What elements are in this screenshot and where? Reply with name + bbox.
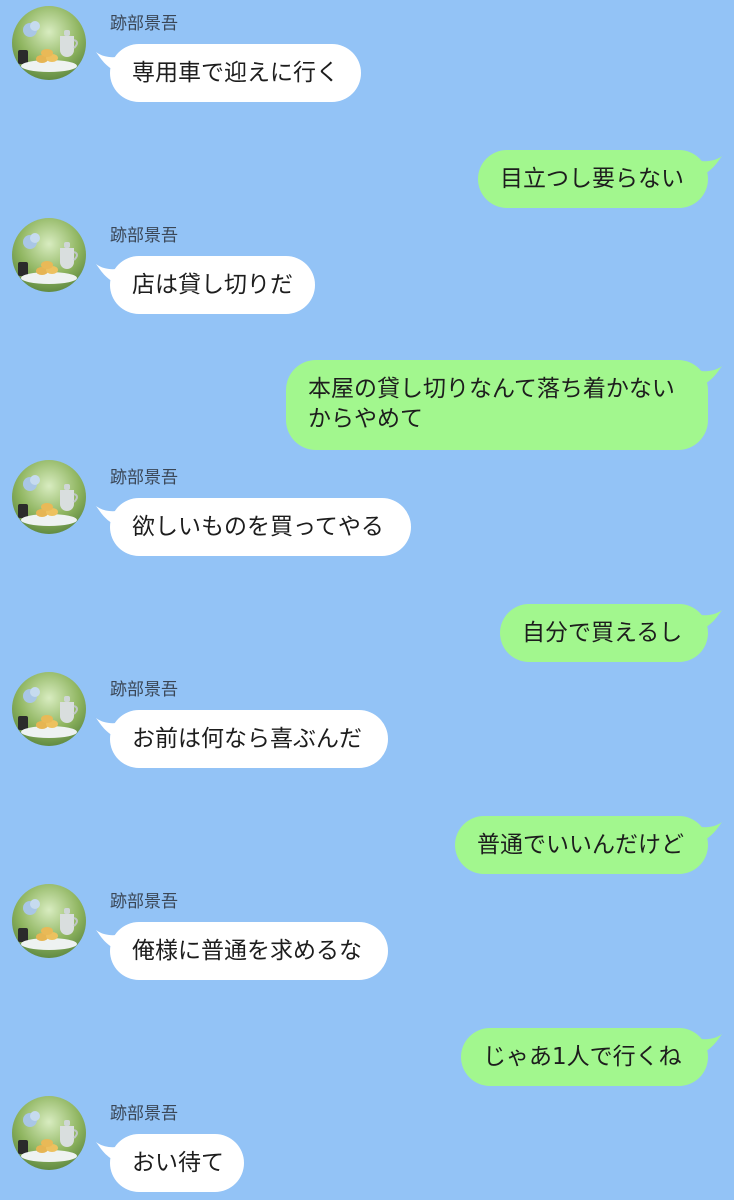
sender-name: 跡部景吾 bbox=[110, 892, 178, 912]
message-bubble-outgoing[interactable]: 本屋の貸し切りなんて落ち着かない からやめて bbox=[286, 360, 722, 450]
avatar-image bbox=[12, 1096, 86, 1170]
avatar-image bbox=[12, 460, 86, 534]
message-text: からやめて bbox=[308, 406, 423, 432]
message-text: 目立つし要らない bbox=[500, 166, 684, 192]
message-text: 自分で買えるし bbox=[522, 620, 683, 646]
bubble-tail bbox=[696, 610, 722, 632]
message-bubble-incoming[interactable]: おい待て bbox=[96, 1134, 244, 1192]
message-bubble-outgoing[interactable]: 自分で買えるし bbox=[500, 604, 722, 662]
avatar[interactable] bbox=[12, 460, 86, 534]
bubble-tail bbox=[96, 1142, 122, 1164]
avatar-image bbox=[12, 218, 86, 292]
message-bubble-incoming[interactable]: 俺様に普通を求めるな bbox=[96, 922, 388, 980]
message-text: 専用車で迎えに行く bbox=[132, 60, 339, 86]
sender-name: 跡部景吾 bbox=[110, 1104, 178, 1124]
message-bubble-incoming[interactable]: 専用車で迎えに行く bbox=[96, 44, 361, 102]
bubble-tail bbox=[696, 822, 722, 844]
message-text: お前は何なら喜ぶんだ bbox=[132, 726, 362, 752]
avatar[interactable] bbox=[12, 884, 86, 958]
message-text: 普通でいいんだけど bbox=[477, 832, 684, 858]
bubble-tail bbox=[696, 1034, 722, 1056]
avatar[interactable] bbox=[12, 672, 86, 746]
sender-name: 跡部景吾 bbox=[110, 468, 178, 488]
chat-view[interactable]: 跡部景吾 専用車で迎えに行く 目立つし要らない 跡部景吾 店は貸し切りだ 本屋の… bbox=[0, 0, 734, 1200]
bubble-tail bbox=[696, 156, 722, 178]
sender-name: 跡部景吾 bbox=[110, 226, 178, 246]
bubble-tail bbox=[96, 52, 122, 74]
message-bubble-incoming[interactable]: 欲しいものを買ってやる bbox=[96, 498, 411, 556]
bubble-tail bbox=[96, 264, 122, 286]
message-text: 欲しいものを買ってやる bbox=[132, 514, 384, 540]
message-bubble-outgoing[interactable]: 普通でいいんだけど bbox=[455, 816, 722, 874]
avatar[interactable] bbox=[12, 218, 86, 292]
bubble-tail bbox=[96, 930, 122, 952]
message-text: 俺様に普通を求めるな bbox=[132, 938, 362, 964]
avatar-image bbox=[12, 6, 86, 80]
avatar-image bbox=[12, 672, 86, 746]
bubble-tail bbox=[96, 718, 122, 740]
message-bubble-outgoing[interactable]: 目立つし要らない bbox=[478, 150, 722, 208]
bubble-tail bbox=[696, 366, 722, 388]
sender-name: 跡部景吾 bbox=[110, 14, 178, 34]
message-text: 店は貸し切りだ bbox=[132, 272, 293, 298]
message-text: おい待て bbox=[132, 1150, 224, 1176]
sender-name: 跡部景吾 bbox=[110, 680, 178, 700]
message-bubble-incoming[interactable]: 店は貸し切りだ bbox=[96, 256, 315, 314]
message-text: じゃあ1人で行くね bbox=[483, 1044, 682, 1070]
avatar[interactable] bbox=[12, 6, 86, 80]
message-bubble-incoming[interactable]: お前は何なら喜ぶんだ bbox=[96, 710, 388, 768]
message-bubble-outgoing[interactable]: じゃあ1人で行くね bbox=[461, 1028, 722, 1086]
bubble-tail bbox=[96, 506, 122, 528]
avatar-image bbox=[12, 884, 86, 958]
avatar[interactable] bbox=[12, 1096, 86, 1170]
message-text: 本屋の貸し切りなんて落ち着かない bbox=[308, 376, 675, 402]
